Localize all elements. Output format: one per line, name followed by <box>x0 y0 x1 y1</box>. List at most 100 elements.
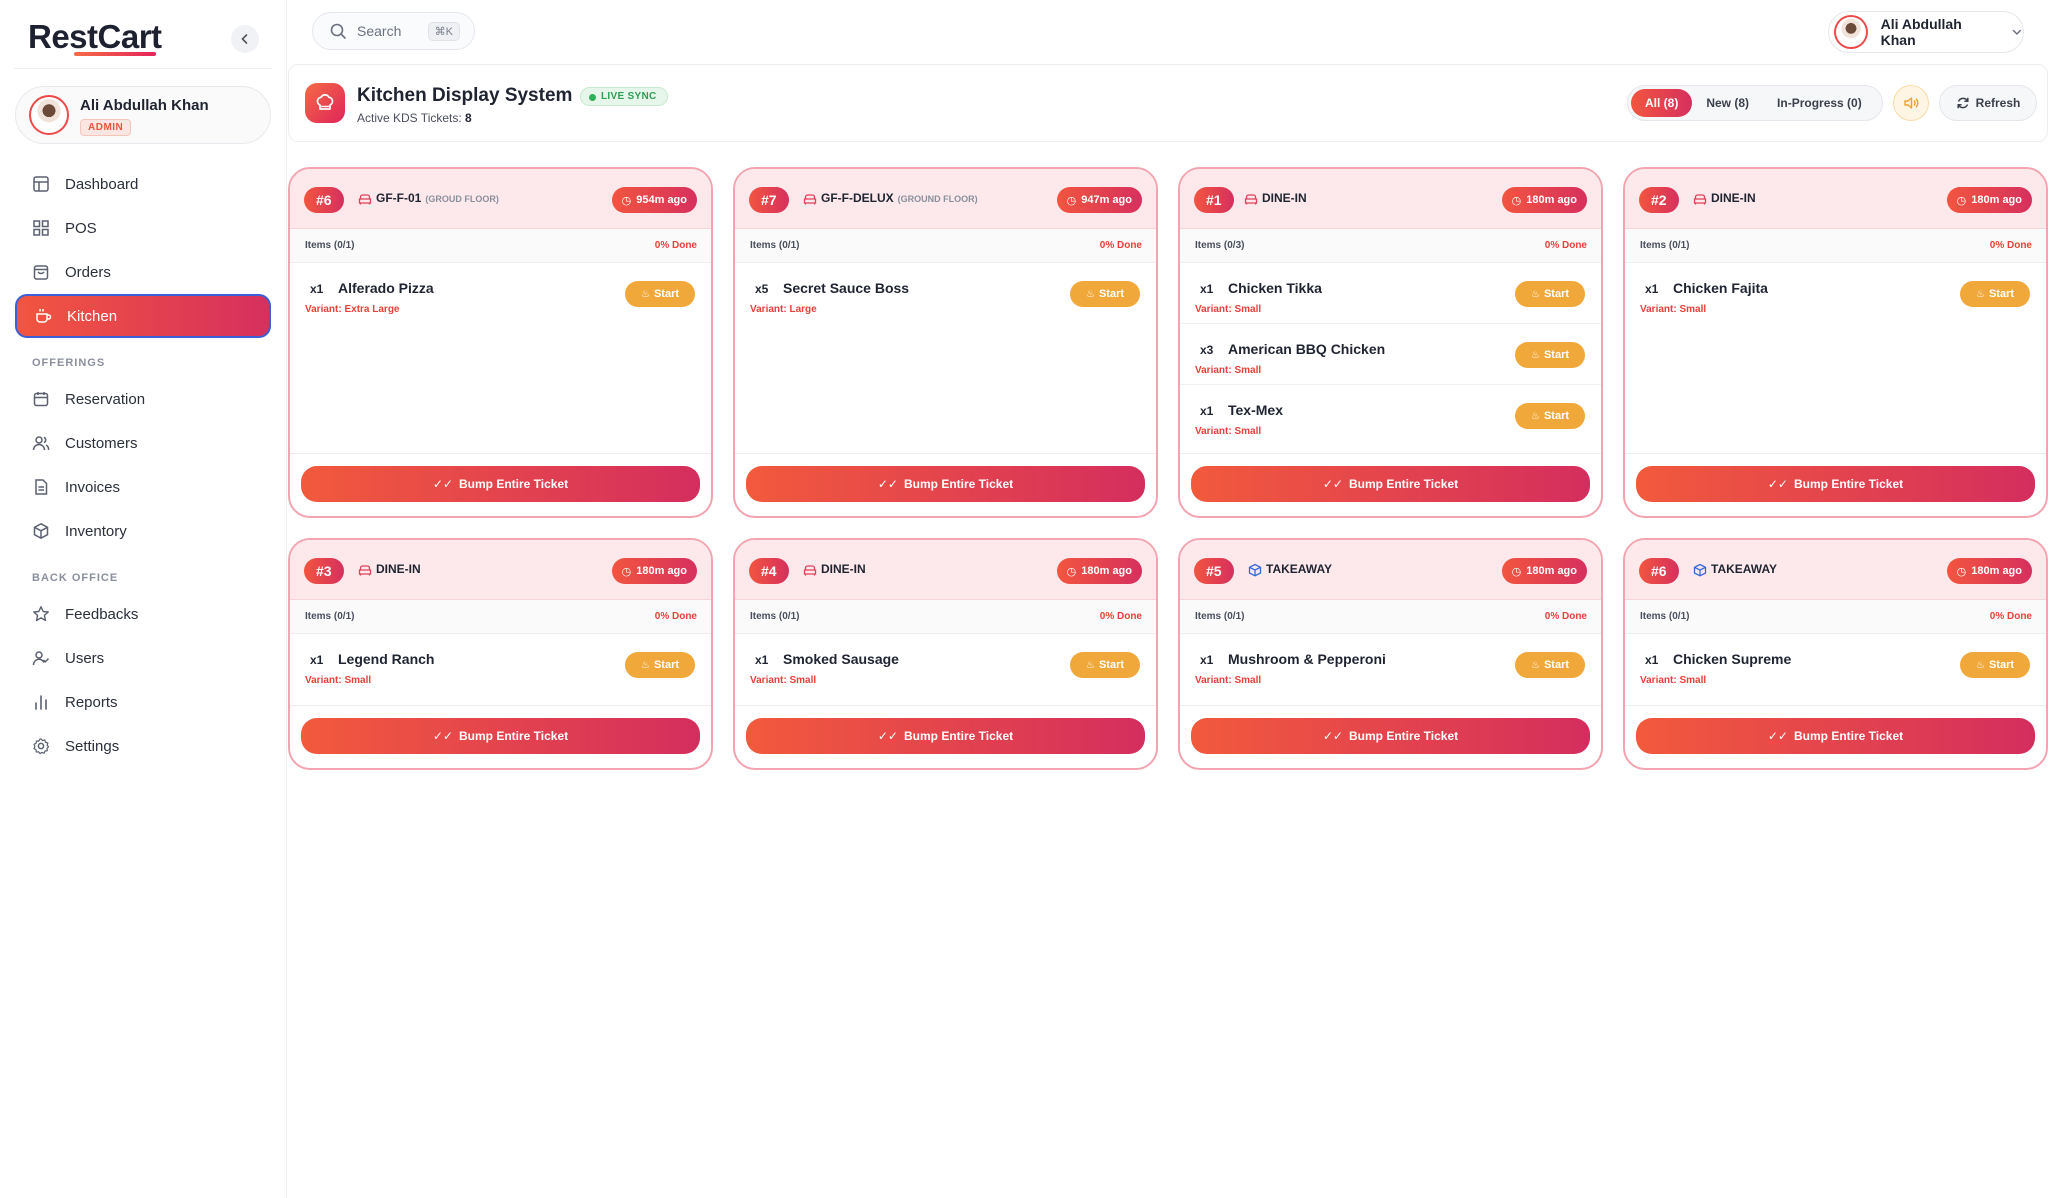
sidebar-item-label: POS <box>65 219 97 237</box>
ticket-table: DINE-IN <box>1262 191 1307 205</box>
sidebar-item-users[interactable]: Users <box>15 638 271 678</box>
sound-toggle-button[interactable] <box>1893 85 1929 121</box>
check-double-icon: ✓✓ <box>432 729 453 743</box>
item-qty: x1 <box>1200 653 1214 667</box>
box-icon <box>1248 563 1262 577</box>
profile-card[interactable]: Ali Abdullah Khan ADMIN <box>15 86 271 144</box>
bump-label: Bump Entire Ticket <box>1348 477 1459 491</box>
ticket-table: DINE-IN <box>376 562 421 576</box>
ticket-header: #4 DINE-IN ◷ 180m ago <box>735 540 1156 600</box>
ticket-items: x1 Chicken Supreme Variant: Small ♨ Start <box>1625 634 2046 706</box>
start-label: Start <box>1543 659 1570 671</box>
refresh-icon <box>1957 97 1969 109</box>
ticket-number: #6 <box>1639 558 1679 584</box>
live-sync-badge: LIVE SYNC <box>580 87 668 106</box>
logo[interactable]: RestCart <box>28 18 162 56</box>
sidebar-item-label: Users <box>65 649 105 667</box>
filter-all[interactable]: All (8) <box>1631 89 1693 117</box>
start-button[interactable]: ♨ Start <box>1960 652 2030 678</box>
user-menu[interactable]: Ali Abdullah Khan <box>1828 11 2024 53</box>
sidebar-item-reports[interactable]: Reports <box>15 682 271 722</box>
sidebar-item-kitchen[interactable]: Kitchen <box>15 294 271 338</box>
search-input[interactable]: Search ⌘K <box>312 12 475 50</box>
percent-done: 0% Done <box>1989 240 2032 251</box>
search-placeholder: Search <box>357 23 402 39</box>
sidebar-item-reservation[interactable]: Reservation <box>15 379 271 419</box>
check-double-icon: ✓✓ <box>877 477 898 491</box>
start-button[interactable]: ♨ Start <box>1515 652 1585 678</box>
ticket-card: #6 TAKEAWAY ◷ 180m ago Items (0/1) 0% Don… <box>1623 538 2048 770</box>
sidebar-item-dashboard[interactable]: Dashboard <box>15 164 271 204</box>
ticket-footer: ✓✓ Bump Entire Ticket <box>735 706 1156 768</box>
chevron-left-icon <box>241 34 248 44</box>
check-double-icon: ✓✓ <box>1322 477 1343 491</box>
ticket-age: ◷ 180m ago <box>1056 558 1142 584</box>
sidebar-item-pos[interactable]: POS <box>15 208 271 248</box>
filter-in-progress[interactable]: In-Progress (0) <box>1763 89 1876 117</box>
items-count: Items (0/1) <box>305 611 355 622</box>
collapse-sidebar-button[interactable] <box>231 25 259 53</box>
percent-done: 0% Done <box>1099 611 1142 622</box>
bump-label: Bump Entire Ticket <box>458 729 569 743</box>
avatar <box>1834 15 1868 49</box>
bump-ticket-button[interactable]: ✓✓ Bump Entire Ticket <box>301 466 700 502</box>
check-double-icon: ✓✓ <box>877 729 898 743</box>
bump-ticket-button[interactable]: ✓✓ Bump Entire Ticket <box>301 718 700 754</box>
sidebar-item-label: Settings <box>65 737 120 755</box>
start-button[interactable]: ♨ Start <box>625 281 695 307</box>
table-name: DINE-IN <box>1711 191 1756 205</box>
flame-icon: ♨ <box>1975 288 1985 300</box>
item-variant: Variant: Extra Large <box>305 304 400 315</box>
sidebar-item-invoices[interactable]: Invoices <box>15 467 271 507</box>
start-button[interactable]: ♨ Start <box>1515 342 1585 368</box>
refresh-button[interactable]: Refresh <box>1939 85 2037 121</box>
start-button[interactable]: ♨ Start <box>1070 281 1140 307</box>
sidebar-item-label: Dashboard <box>65 175 139 193</box>
clock-icon: ◷ <box>1956 194 1967 207</box>
bump-label: Bump Entire Ticket <box>1793 729 1904 743</box>
ticket-number: #1 <box>1194 187 1234 213</box>
sidebar-item-feedbacks[interactable]: Feedbacks <box>15 594 271 634</box>
start-label: Start <box>653 288 680 300</box>
item-variant: Variant: Small <box>750 675 817 686</box>
ticket-age-label: 947m ago <box>1081 194 1132 206</box>
sidebar: RestCart Ali Abdullah Khan ADMIN Dashboa… <box>0 0 287 1198</box>
list-item: x1 Chicken Tikka Variant: Small ♨ Start <box>1180 263 1601 324</box>
ticket-table: DINE-IN <box>1711 191 1756 205</box>
item-name: Alferado Pizza <box>338 280 434 296</box>
sidebar-item-settings[interactable]: Settings <box>15 726 271 766</box>
start-button[interactable]: ♨ Start <box>1960 281 2030 307</box>
start-label: Start <box>1988 659 2015 671</box>
bump-ticket-button[interactable]: ✓✓ Bump Entire Ticket <box>746 466 1145 502</box>
items-count: Items (0/3) <box>1195 240 1245 251</box>
start-label: Start <box>1988 288 2015 300</box>
start-label: Start <box>1543 288 1570 300</box>
flame-icon: ♨ <box>1530 659 1540 671</box>
start-label: Start <box>1543 349 1570 361</box>
ticket-card: #2 DINE-IN ◷ 180m ago Items (0/1) 0% Done… <box>1623 167 2048 518</box>
user-check-icon <box>31 648 51 668</box>
start-button[interactable]: ♨ Start <box>1070 652 1140 678</box>
bump-ticket-button[interactable]: ✓✓ Bump Entire Ticket <box>1636 466 2035 502</box>
ticket-header: #5 TAKEAWAY ◷ 180m ago <box>1180 540 1601 600</box>
percent-done: 0% Done <box>654 240 697 251</box>
sidebar-item-orders[interactable]: Orders <box>15 252 271 292</box>
item-name: American BBQ Chicken <box>1228 341 1386 357</box>
start-button[interactable]: ♨ Start <box>625 652 695 678</box>
bump-ticket-button[interactable]: ✓✓ Bump Entire Ticket <box>1636 718 2035 754</box>
item-qty: x1 <box>755 653 769 667</box>
start-button[interactable]: ♨ Start <box>1515 281 1585 307</box>
bump-ticket-button[interactable]: ✓✓ Bump Entire Ticket <box>1191 718 1590 754</box>
filter-new[interactable]: New (8) <box>1692 89 1763 117</box>
bump-ticket-button[interactable]: ✓✓ Bump Entire Ticket <box>746 718 1145 754</box>
bump-ticket-button[interactable]: ✓✓ Bump Entire Ticket <box>1191 466 1590 502</box>
sidebar-item-inventory[interactable]: Inventory <box>15 511 271 551</box>
start-button[interactable]: ♨ Start <box>1515 403 1585 429</box>
sidebar-item-customers[interactable]: Customers <box>15 423 271 463</box>
item-qty: x1 <box>310 282 324 296</box>
item-qty: x1 <box>1200 282 1214 296</box>
ticket-age: ◷ 180m ago <box>611 558 697 584</box>
ticket-age-label: 180m ago <box>1526 194 1577 206</box>
ticket-age: ◷ 180m ago <box>1946 187 2032 213</box>
flame-icon: ♨ <box>1085 288 1095 300</box>
